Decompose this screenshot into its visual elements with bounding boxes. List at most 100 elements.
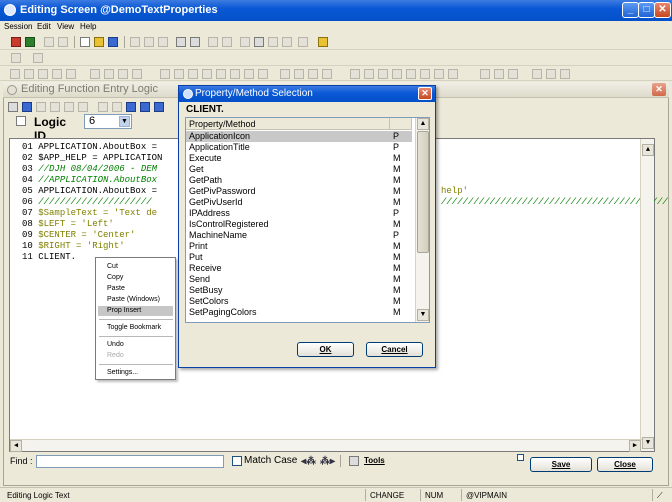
tool-icon[interactable] [280, 69, 290, 79]
list-item[interactable]: GetPath M [186, 175, 412, 186]
tool-icon[interactable] [202, 69, 212, 79]
back-icon[interactable] [44, 37, 54, 47]
tool-icon[interactable] [10, 69, 20, 79]
redo-icon[interactable] [25, 37, 35, 47]
scroll-down-icon[interactable]: ▼ [642, 437, 654, 449]
cancel-button[interactable]: Cancel [366, 342, 423, 357]
list-item[interactable]: ApplicationTitle P [186, 142, 412, 153]
undo-icon[interactable] [11, 37, 21, 47]
close-button[interactable]: ✕ [654, 2, 671, 18]
list-item[interactable]: GetPivPassword M [186, 186, 412, 197]
tool-icon[interactable] [294, 69, 304, 79]
list-item[interactable]: Execute M [186, 153, 412, 164]
tool-icon[interactable] [532, 69, 542, 79]
menu-item-paste[interactable]: Paste [98, 284, 173, 294]
list-item[interactable]: MachineName P [186, 230, 412, 241]
cut-icon[interactable] [36, 102, 46, 112]
tool-icon[interactable] [160, 69, 170, 79]
new-file-icon[interactable] [80, 37, 90, 47]
replace-icon[interactable] [298, 37, 308, 47]
maximize-button[interactable]: □ [638, 2, 655, 18]
menu-item-settings[interactable]: Settings... [98, 368, 173, 378]
find-previous-icon[interactable]: ◂⁂ [301, 456, 316, 467]
find-icon[interactable] [282, 37, 292, 47]
copy-icon[interactable] [144, 37, 154, 47]
list-item[interactable]: IPAddress P [186, 208, 412, 219]
tool-icon[interactable] [52, 69, 62, 79]
list-item[interactable]: SetBusy M [186, 285, 412, 296]
tool-icon[interactable] [38, 69, 48, 79]
find-icon[interactable] [98, 102, 108, 112]
menu-item-prop-insert[interactable]: Prop Insert [98, 306, 173, 316]
menu-edit[interactable]: Edit [37, 21, 51, 33]
tool-icon[interactable] [90, 69, 100, 79]
tool-icon[interactable] [406, 69, 416, 79]
minimize-button[interactable]: _ [622, 2, 639, 18]
menu-item-paste-windows[interactable]: Paste (Windows) [98, 295, 173, 305]
scroll-down-icon[interactable]: ▼ [417, 309, 429, 321]
list-item[interactable]: Put M [186, 252, 412, 263]
copy-icon[interactable] [50, 102, 60, 112]
grid-icon[interactable] [208, 37, 218, 47]
scroll-up-icon[interactable]: ▲ [642, 144, 654, 156]
property-list[interactable]: Property/Method ApplicationIcon P Applica… [185, 117, 430, 323]
list-item[interactable]: Get M [186, 164, 412, 175]
replace-icon[interactable] [112, 102, 122, 112]
layout-icon[interactable] [11, 53, 21, 63]
tools-button[interactable]: Tools [364, 456, 385, 465]
list-item[interactable]: Receive M [186, 263, 412, 274]
scroll-right-icon[interactable]: ▶ [629, 440, 641, 452]
tools-icon[interactable] [349, 456, 359, 466]
save-button[interactable]: Save [530, 457, 592, 472]
menu-item-copy[interactable]: Copy [98, 273, 173, 283]
dialog-close-button[interactable]: ✕ [418, 87, 432, 100]
scroll-left-icon[interactable]: ◀ [10, 440, 22, 452]
tool-icon[interactable] [66, 69, 76, 79]
cut-icon[interactable] [130, 37, 140, 47]
tool-icon[interactable] [154, 102, 164, 112]
tool-icon[interactable] [364, 69, 374, 79]
chevron-down-icon[interactable]: ▼ [119, 116, 130, 127]
link-icon[interactable] [222, 37, 232, 47]
tool-icon[interactable] [258, 69, 268, 79]
check-icon[interactable] [126, 102, 136, 112]
tool-icon[interactable] [104, 69, 114, 79]
paste-icon[interactable] [158, 37, 168, 47]
font-smaller-icon[interactable] [190, 37, 200, 47]
tool-icon[interactable] [560, 69, 570, 79]
list-item[interactable]: ApplicationIcon P [186, 131, 412, 142]
list-item[interactable]: Send M [186, 274, 412, 285]
column-header-name[interactable]: Property/Method [186, 118, 390, 130]
close-editor-button[interactable]: Close [597, 457, 653, 472]
list-item[interactable]: Print M [186, 241, 412, 252]
tool-icon[interactable] [118, 69, 128, 79]
menu-help[interactable]: Help [80, 21, 96, 33]
tool-icon[interactable] [420, 69, 430, 79]
tool-icon[interactable] [308, 69, 318, 79]
menu-item-cut[interactable]: Cut [98, 262, 173, 272]
tool-icon[interactable] [350, 69, 360, 79]
tool-icon[interactable] [378, 69, 388, 79]
option-checkbox[interactable] [517, 454, 524, 461]
tool-icon[interactable] [230, 69, 240, 79]
find-next-icon[interactable]: ⁂▸ [320, 456, 335, 467]
scroll-thumb[interactable] [417, 131, 429, 253]
menu-view[interactable]: View [57, 21, 74, 33]
list-item[interactable]: IsControlRegistered M [186, 219, 412, 230]
tool-icon[interactable] [174, 69, 184, 79]
tool-icon[interactable] [546, 69, 556, 79]
list-scrollbar[interactable]: ▲ ▼ [415, 118, 429, 322]
tool-icon[interactable] [188, 69, 198, 79]
find-input[interactable] [36, 455, 224, 468]
paste-icon[interactable] [64, 102, 74, 112]
tool-icon[interactable] [24, 69, 34, 79]
tool-icon[interactable] [322, 69, 332, 79]
column-header-type[interactable] [390, 118, 412, 130]
menu-session[interactable]: Session [4, 21, 32, 33]
tool-icon[interactable] [78, 102, 88, 112]
tool-icon[interactable] [244, 69, 254, 79]
logic-id-select[interactable]: 6 ▼ [84, 114, 132, 129]
search-icon[interactable] [22, 102, 32, 112]
screen-icon[interactable] [33, 53, 43, 63]
print-icon[interactable] [254, 37, 264, 47]
